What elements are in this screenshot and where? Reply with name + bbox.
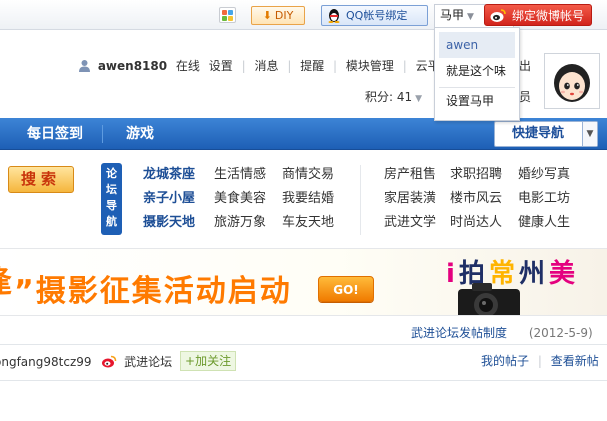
- caret-down-icon[interactable]: ▼: [582, 122, 597, 146]
- username-link[interactable]: awen8180: [98, 59, 167, 73]
- banner-headline: 逢”摄影征集活动启动: [0, 257, 292, 310]
- settings-link[interactable]: 设置: [209, 57, 233, 74]
- follow-button[interactable]: +加关注: [180, 351, 237, 371]
- caret-down-icon: ▼: [415, 94, 423, 104]
- quick-nav-label: 快捷导航: [512, 126, 565, 141]
- majia-label: 马甲: [440, 8, 465, 22]
- forum-link[interactable]: 亲子小屋: [143, 187, 195, 211]
- forum-link[interactable]: 健康人生: [518, 211, 570, 235]
- user-info-line: awen8180 在线 设置 | 消息 | 提醒 | 模块管理 | 云平台: [78, 57, 452, 73]
- download-arrow-icon: ⬇: [262, 9, 272, 22]
- forum-link[interactable]: 生活情感: [214, 163, 266, 187]
- badge-char: 航: [106, 215, 117, 228]
- user-icon: [79, 60, 90, 72]
- forum-link[interactable]: 求职招聘: [450, 163, 502, 187]
- forum-link[interactable]: 家居装潢: [384, 187, 436, 211]
- forum-category-column: 婚纱写真 电影工坊 健康人生: [518, 163, 570, 235]
- reminders-link[interactable]: 提醒: [300, 57, 324, 74]
- weibo-bind-label: 绑定微博帐号: [512, 9, 585, 23]
- diy-label: DIY: [274, 9, 294, 22]
- banner-headline-prefix: 逢: [0, 257, 14, 301]
- my-links: 我的帖子 | 查看新帖: [481, 352, 599, 369]
- quick-nav-button[interactable]: 快捷导航 ▼: [494, 121, 598, 147]
- diy-button[interactable]: ⬇ DIY: [251, 6, 305, 25]
- banner-headline-text: ”摄影征集活动启动: [14, 274, 292, 309]
- logout-link-fragment[interactable]: 出: [519, 57, 531, 74]
- badge-char: 坛: [106, 183, 117, 196]
- forum-category-column: 龙城茶座 亲子小屋 摄影天地: [143, 163, 195, 235]
- forum-category-column: 房产租售 家居装潢 武进文学: [384, 163, 436, 235]
- module-manage-link[interactable]: 模块管理: [346, 57, 394, 74]
- nav-games[interactable]: 游戏: [126, 118, 154, 150]
- forum-link[interactable]: 旅游万象: [214, 211, 266, 235]
- weibo-bind-button[interactable]: 绑定微博帐号: [484, 4, 592, 26]
- forum-category-column: 求职招聘 楼市风云 时尚达人: [450, 163, 502, 235]
- forum-category-column: 商情交易 我要结婚 车友天地: [282, 163, 334, 235]
- forum-category-column: 生活情感 美食美容 旅游万象: [214, 163, 266, 235]
- forum-link[interactable]: 龙城茶座: [143, 163, 195, 187]
- view-new-posts-link[interactable]: 查看新帖: [551, 354, 599, 368]
- slogan-char: 美: [548, 259, 579, 289]
- camera-icon: [458, 283, 520, 315]
- top-toolbar: ⬇ DIY QQ帐号绑定 马甲 ▼ 绑定微博帐号: [0, 0, 607, 30]
- majia-dropdown-menu: awen 就是这个味 设置马甲: [434, 27, 520, 121]
- separator: |: [287, 59, 292, 73]
- forum-link[interactable]: 我要结婚: [282, 187, 334, 211]
- banner-go-button[interactable]: GO!: [318, 276, 374, 302]
- forum-link[interactable]: 电影工坊: [518, 187, 570, 211]
- forum-link[interactable]: 摄影天地: [143, 211, 195, 235]
- avatar-cartoon-icon: [547, 56, 597, 106]
- qq-penguin-icon: [328, 9, 340, 23]
- points-display[interactable]: 积分: 41 ▼: [365, 88, 422, 105]
- forum-nav-section: 搜索 论 坛 导 航 龙城茶座 亲子小屋 摄影天地 生活情感 美食美容 旅游万象…: [0, 151, 607, 243]
- nav-daily-checkin[interactable]: 每日签到: [27, 118, 83, 150]
- divider: [0, 344, 607, 345]
- nav-divider: [102, 125, 103, 143]
- announcement: 武进论坛发帖制度 (2012-5-9): [411, 324, 593, 341]
- forum-link[interactable]: 车友天地: [282, 211, 334, 235]
- caret-down-icon: ▼: [467, 12, 474, 22]
- column-divider: [360, 165, 361, 235]
- announcement-link[interactable]: 武进论坛发帖制度: [411, 326, 507, 340]
- majia-item-awen[interactable]: awen: [439, 32, 515, 58]
- badge-char: 论: [106, 167, 117, 180]
- forum-link[interactable]: 商情交易: [282, 163, 334, 187]
- main-nav-bar: 每日签到 游戏 快捷导航 ▼: [0, 118, 607, 150]
- avatar[interactable]: [544, 53, 600, 109]
- forum-link[interactable]: 美食美容: [214, 187, 266, 211]
- majia-item-second[interactable]: 就是这个味: [439, 58, 515, 84]
- separator: |: [537, 354, 542, 368]
- messages-link[interactable]: 消息: [254, 57, 278, 74]
- badge-char: 导: [106, 199, 117, 212]
- photo-contest-banner[interactable]: 逢”摄影征集活动启动 GO! i拍常州美: [0, 248, 607, 316]
- weibo-icon: [490, 9, 506, 22]
- forum-link[interactable]: 武进文学: [384, 211, 436, 235]
- forum-link[interactable]: 时尚达人: [450, 211, 502, 235]
- forum-link[interactable]: 婚纱写真: [518, 163, 570, 187]
- separator: |: [402, 59, 407, 73]
- weibo-icon: [102, 355, 117, 368]
- majia-item-settings[interactable]: 设置马甲: [439, 87, 515, 113]
- separator: |: [241, 59, 246, 73]
- my-posts-link[interactable]: 我的帖子: [481, 354, 529, 368]
- qq-bind-label: QQ帐号绑定: [346, 9, 408, 22]
- app-grid-icon[interactable]: [219, 7, 236, 23]
- member-username-link[interactable]: ongfang98tcz99: [0, 355, 92, 369]
- user-weibo-row: ongfang98tcz99 武进论坛 +加关注: [0, 351, 237, 372]
- forum-nav-badge: 论 坛 导 航: [101, 163, 122, 235]
- announcement-date: (2012-5-9): [528, 326, 593, 340]
- weibo-account-link[interactable]: 武进论坛: [124, 355, 172, 369]
- online-status[interactable]: 在线: [176, 57, 200, 74]
- forum-link[interactable]: 房产租售: [384, 163, 436, 187]
- qq-bind-button[interactable]: QQ帐号绑定: [321, 5, 428, 26]
- divider: [0, 380, 607, 381]
- separator: |: [333, 59, 338, 73]
- points-label: 积分: 41: [365, 90, 413, 104]
- member-link-fragment[interactable]: 员: [519, 88, 531, 105]
- search-button[interactable]: 搜索: [8, 166, 74, 193]
- forum-link[interactable]: 楼市风云: [450, 187, 502, 211]
